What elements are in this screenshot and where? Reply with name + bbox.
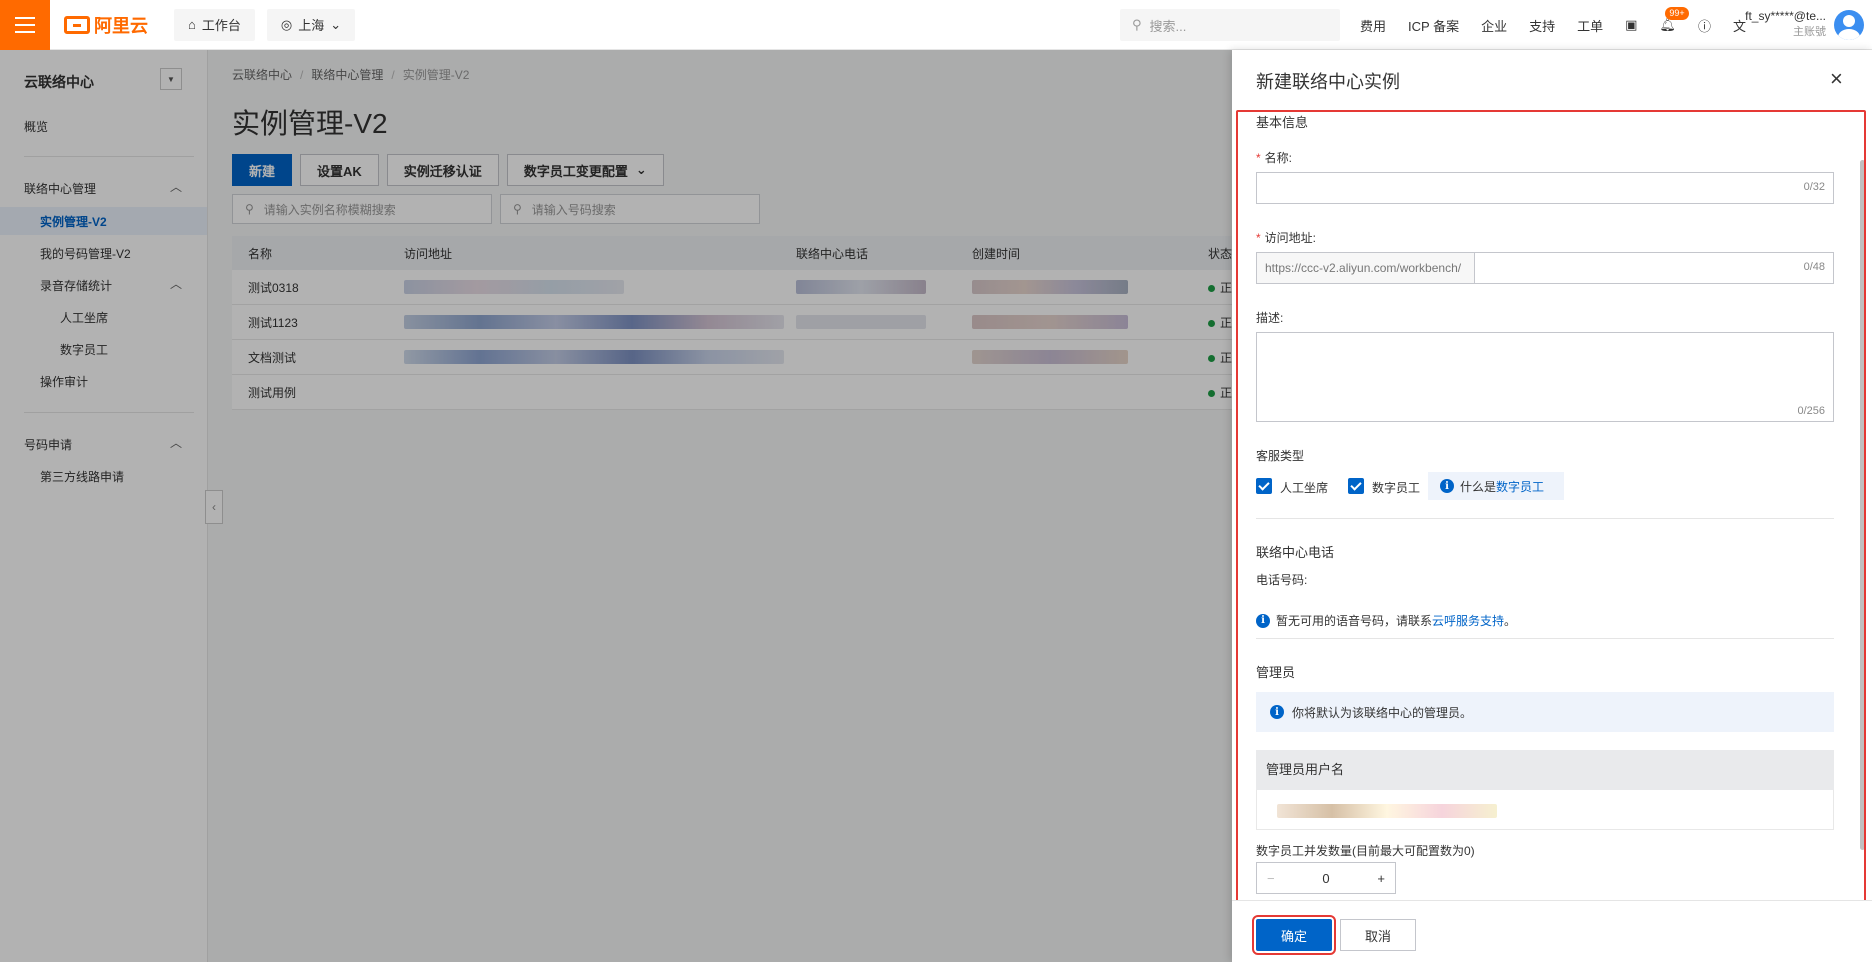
service-type-label: 客服类型	[1256, 449, 1305, 463]
admin-table-row	[1256, 790, 1834, 830]
digital-employee-checkbox[interactable]	[1348, 478, 1364, 494]
user-role: 主账號	[1793, 26, 1826, 38]
digital-employee-label[interactable]: 数字员工	[1372, 479, 1420, 496]
aliyun-logo-icon	[64, 15, 90, 34]
admin-info-box: i 你将默认为该联络中心的管理员。	[1256, 692, 1834, 732]
user-info[interactable]: ft_sy*****@te... 主账號	[1742, 8, 1826, 40]
section-admin: 管理员	[1256, 665, 1296, 680]
url-input[interactable]: https://ccc-v2.aliyun.com/workbench/ 0/4…	[1256, 252, 1834, 284]
what-is-digital-tip: i 什么是 数字员工	[1428, 472, 1564, 500]
name-input[interactable]: 0/32	[1256, 172, 1834, 204]
brand-logo[interactable]: 阿里云	[64, 12, 148, 38]
minus-icon[interactable]: −	[1267, 871, 1275, 886]
section-basic-info: 基本信息	[1256, 115, 1309, 130]
home-icon: ⌂	[188, 17, 196, 32]
workbench-label: 工作台	[201, 18, 241, 33]
terminal-icon[interactable]: ▣	[1625, 17, 1637, 33]
modal-overlay[interactable]	[0, 50, 1232, 962]
link-billing[interactable]: 费用	[1360, 16, 1386, 35]
cancel-button[interactable]: 取消	[1340, 919, 1416, 951]
search-placeholder: 搜索...	[1149, 18, 1187, 34]
what-is-prefix: 什么是	[1460, 479, 1497, 494]
divider	[1256, 638, 1834, 639]
human-agent-label[interactable]: 人工坐席	[1280, 479, 1328, 496]
region-label: 上海	[298, 18, 325, 33]
url-counter: 0/48	[1803, 261, 1825, 273]
admin-info-text: 你将默认为该联络中心的管理员。	[1292, 705, 1473, 720]
support-link[interactable]: 云呼服务支持	[1432, 612, 1504, 629]
info-icon: i	[1440, 479, 1454, 493]
no-number-notice: i 暂无可用的语音号码，请联系 云呼服务支持。	[1256, 612, 1516, 629]
avatar[interactable]	[1834, 10, 1864, 40]
desc-counter: 0/256	[1797, 405, 1825, 417]
concurrency-label: 数字员工并发数量(目前最大可配置数为0)	[1256, 844, 1475, 858]
what-is-digital-link[interactable]: 数字员工	[1496, 478, 1544, 495]
confirm-button[interactable]: 确定	[1252, 915, 1336, 955]
link-icp[interactable]: ICP 备案	[1408, 16, 1459, 35]
section-phone: 联络中心电话	[1256, 545, 1335, 560]
divider	[1256, 518, 1834, 519]
top-links: 费用 ICP 备案 企业 支持 工单 ▣ 🔔︎ 99+ ⓘ 文	[1360, 0, 1746, 50]
info-icon: i	[1270, 705, 1284, 719]
link-support[interactable]: 支持	[1529, 16, 1555, 35]
desc-label: 描述:	[1256, 311, 1284, 325]
name-label: * 名称:	[1256, 151, 1293, 165]
concurrency-value[interactable]: 0	[1322, 871, 1329, 886]
search-icon: ⚲	[1132, 17, 1142, 32]
chevron-down-icon: ⌄	[330, 16, 342, 32]
human-agent-checkbox[interactable]	[1256, 478, 1272, 494]
notification-badge: 99+	[1665, 7, 1689, 20]
help-icon[interactable]: ⓘ	[1698, 16, 1711, 35]
no-number-suffix: 。	[1504, 614, 1517, 628]
concurrency-stepper[interactable]: − 0 +	[1256, 862, 1396, 894]
drawer-scrollbar[interactable]	[1860, 160, 1865, 850]
global-search-input[interactable]: ⚲ 搜索...	[1120, 9, 1340, 41]
admin-table-header: 管理员用户名	[1256, 750, 1834, 790]
info-icon: i	[1256, 613, 1270, 628]
phone-label: 电话号码:	[1256, 573, 1308, 587]
link-ticket[interactable]: 工单	[1577, 16, 1603, 35]
create-instance-drawer: 新建联络中心实例 × 基本信息 * 名称: 0/32 * 访问地址: https:/…	[1232, 50, 1872, 962]
workbench-button[interactable]: ⌂ 工作台	[174, 8, 255, 41]
user-name: ft_sy*****@te...	[1745, 9, 1826, 23]
name-counter: 0/32	[1803, 181, 1825, 193]
url-prefix: https://ccc-v2.aliyun.com/workbench/	[1257, 253, 1475, 283]
desc-textarea[interactable]: 0/256	[1256, 332, 1834, 422]
menu-icon[interactable]	[0, 0, 50, 50]
drawer-title: 新建联络中心实例	[1256, 72, 1400, 92]
drawer-footer: 确定 取消	[1232, 900, 1872, 962]
plus-icon[interactable]: +	[1377, 871, 1385, 886]
redacted-value	[1277, 804, 1497, 818]
url-label: * 访问地址:	[1256, 231, 1317, 245]
no-number-text: 暂无可用的语音号码，请联系	[1276, 614, 1433, 628]
location-icon: ◎	[280, 16, 293, 32]
link-enterprise[interactable]: 企业	[1481, 16, 1507, 35]
close-icon[interactable]: ×	[1830, 66, 1843, 92]
region-selector[interactable]: ◎ 上海 ⌄	[266, 8, 356, 41]
brand-name: 阿里云	[94, 15, 148, 36]
bell-icon[interactable]: 🔔︎ 99+	[1659, 7, 1689, 33]
